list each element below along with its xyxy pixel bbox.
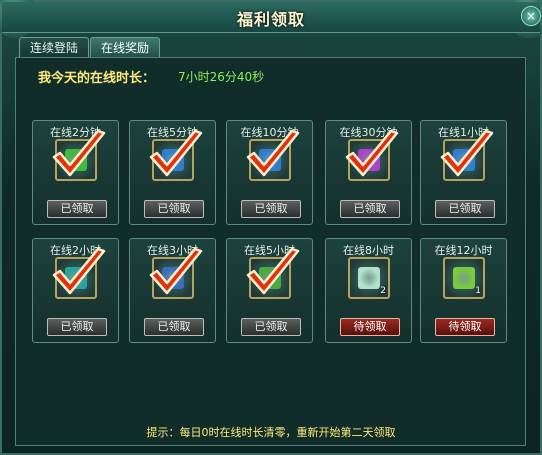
reward-time-label: 在线8小时 bbox=[343, 244, 394, 257]
claimed-button[interactable]: 已领取 bbox=[241, 318, 301, 336]
claimed-button[interactable]: 已领取 bbox=[241, 200, 301, 218]
close-icon: × bbox=[525, 9, 537, 23]
tab-login-streak[interactable]: 连续登陆 bbox=[19, 37, 90, 58]
claimed-check-icon bbox=[345, 129, 399, 177]
reward-item-slot[interactable]: 1 bbox=[443, 257, 485, 299]
window-title: 福利领取 bbox=[236, 10, 305, 29]
reward-cell: 在线5小时 已领取 bbox=[226, 238, 313, 343]
claimed-button[interactable]: 已领取 bbox=[435, 200, 495, 218]
reward-cell: 在线5分钟 已领取 bbox=[129, 120, 216, 225]
claimed-button[interactable]: 已领取 bbox=[144, 318, 204, 336]
tab-online-reward[interactable]: 在线奖励 bbox=[90, 37, 161, 58]
scroll-bundle-icon bbox=[358, 267, 380, 289]
claimed-check-icon bbox=[52, 129, 106, 177]
cash-bundle-icon bbox=[453, 267, 475, 289]
title-bar: 福利领取 × bbox=[2, 2, 541, 33]
claimed-check-icon bbox=[246, 129, 300, 177]
claimed-check-icon bbox=[440, 129, 494, 177]
claimed-button[interactable]: 已领取 bbox=[340, 200, 400, 218]
reward-cell: 在线30分钟 已领取 bbox=[325, 120, 412, 225]
reward-cell: 在线8小时 2 待领取 bbox=[325, 238, 412, 343]
claimed-check-icon bbox=[149, 247, 203, 295]
tab-label: 连续登陆 bbox=[30, 41, 79, 55]
reward-item-slot[interactable]: 2 bbox=[348, 257, 390, 299]
close-button[interactable]: × bbox=[521, 6, 541, 26]
reward-time-label: 在线12小时 bbox=[434, 244, 493, 257]
claimed-check-icon bbox=[149, 129, 203, 177]
claimed-check-icon bbox=[52, 247, 106, 295]
online-time-value: 7小时26分40秒 bbox=[178, 70, 265, 84]
claimed-button[interactable]: 已领取 bbox=[47, 318, 107, 336]
reward-cell: 在线2分钟 已领取 bbox=[32, 120, 119, 225]
reward-window: 福利领取 × 连续登陆 在线奖励 我今天的在线时长： 7小时26分40秒 在线2… bbox=[0, 0, 542, 455]
reward-cell: 在线12小时 1 待领取 bbox=[420, 238, 507, 343]
online-time-label: 我今天的在线时长： bbox=[38, 71, 156, 86]
claimed-button[interactable]: 已领取 bbox=[144, 200, 204, 218]
hint-text: 提示：每日0时在线时长清零，重新开始第二天领取 bbox=[146, 426, 396, 439]
reward-cell: 在线10分钟 已领取 bbox=[226, 120, 313, 225]
claim-button[interactable]: 待领取 bbox=[435, 318, 495, 336]
claim-button[interactable]: 待领取 bbox=[340, 318, 400, 336]
claimed-check-icon bbox=[246, 247, 300, 295]
claimed-button[interactable]: 已领取 bbox=[47, 200, 107, 218]
reward-cell: 在线1小时 已领取 bbox=[420, 120, 507, 225]
tab-label: 在线奖励 bbox=[101, 41, 150, 55]
item-quantity: 2 bbox=[380, 286, 386, 296]
item-quantity: 1 bbox=[475, 286, 481, 296]
reward-cell: 在线2小时 已领取 bbox=[32, 238, 119, 343]
reward-cell: 在线3小时 已领取 bbox=[129, 238, 216, 343]
